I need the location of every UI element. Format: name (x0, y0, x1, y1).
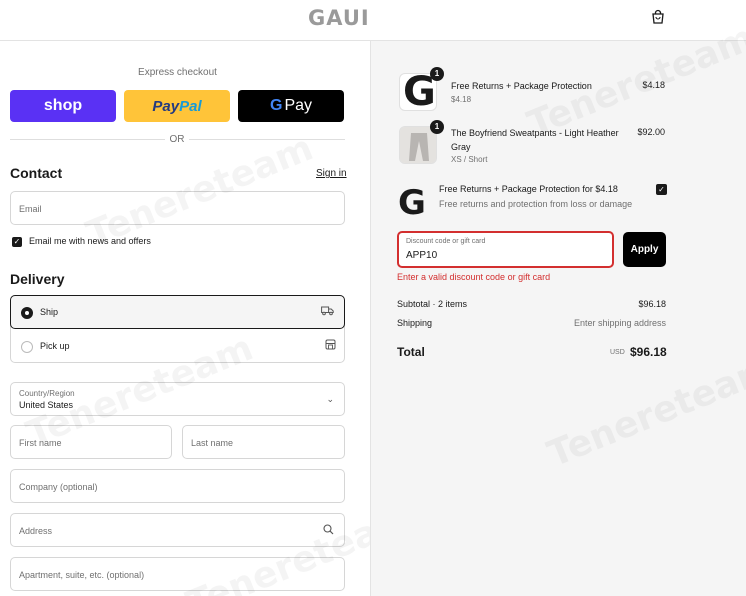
site-header: GAUI (0, 0, 746, 41)
item-subtext: XS / Short (451, 155, 488, 164)
divider-right (189, 139, 345, 140)
checkout-form: Express checkout shop Pay Pal G Pay OR Co… (0, 41, 419, 596)
delivery-option-ship[interactable]: Ship (10, 295, 345, 329)
protection-subtitle: Free returns and protection from loss or… (439, 199, 633, 209)
watermark: Tenereteam (542, 348, 746, 476)
address-field[interactable]: Address (10, 513, 345, 547)
apartment-field[interactable]: Apartment, suite, etc. (optional) (10, 557, 345, 591)
email-placeholder: Email (19, 204, 42, 214)
google-pay-button[interactable]: G Pay (238, 90, 344, 122)
quantity-badge: 1 (430, 120, 444, 134)
delivery-option-pickup[interactable]: Pick up (11, 330, 346, 364)
google-g-icon: G (269, 97, 283, 114)
pickup-radio[interactable] (21, 341, 33, 353)
last-name-field[interactable]: Last name (182, 425, 345, 459)
express-checkout-label: Express checkout (138, 67, 217, 78)
order-summary: G 1 Free Returns + Package Protection $4… (370, 18, 746, 596)
paypal-button[interactable]: Pay Pal (124, 90, 230, 122)
search-icon (323, 524, 334, 535)
paypal-label-part1: Pay (152, 97, 180, 115)
contact-heading: Contact (10, 165, 63, 181)
newsletter-checkbox[interactable]: ✓ (12, 237, 22, 247)
first-name-placeholder: First name (19, 438, 62, 448)
total-value: $96.18 (630, 345, 667, 359)
divider-left (10, 139, 165, 140)
item-name: Free Returns + Package Protection (451, 81, 592, 91)
paypal-label-part2: Pal (179, 97, 202, 115)
apply-label: Apply (630, 244, 659, 255)
country-select[interactable]: Country/Region United States ⌄ (10, 382, 345, 416)
discount-value: APP10 (406, 250, 438, 261)
company-field[interactable]: Company (optional) (10, 469, 345, 503)
last-name-placeholder: Last name (191, 438, 234, 448)
apartment-placeholder: Apartment, suite, etc. (optional) (19, 570, 145, 580)
email-field[interactable]: Email (10, 191, 345, 225)
item-price: $4.18 (642, 80, 665, 90)
discount-label: Discount code or gift card (406, 238, 486, 245)
quantity-badge: 1 (430, 67, 444, 81)
ship-radio[interactable] (21, 307, 33, 319)
item-subtext: $4.18 (451, 95, 472, 104)
shop-pay-label: shop (43, 97, 83, 114)
country-label: Country/Region (19, 389, 75, 398)
truck-icon (321, 305, 334, 319)
delivery-method-group: Ship Pick up (10, 295, 345, 363)
protection-title: Free Returns + Package Protection for $4… (439, 184, 618, 194)
total-label: Total (397, 345, 425, 359)
shop-pay-button[interactable]: shop (10, 90, 116, 122)
pickup-label: Pick up (40, 341, 70, 351)
delivery-heading: Delivery (10, 271, 65, 287)
store-icon (325, 339, 336, 353)
item-name: The Boyfriend Sweatpants - Light Heather… (451, 128, 619, 152)
apply-discount-button[interactable]: Apply (623, 232, 666, 267)
discount-code-field[interactable]: Discount code or gift card APP10 (397, 231, 614, 268)
country-value: United States (19, 400, 74, 410)
or-separator: OR (169, 134, 185, 145)
shipping-value: Enter shipping address (573, 318, 666, 328)
protection-checkbox[interactable]: ✓ (656, 184, 667, 195)
shopping-bag-icon[interactable] (650, 9, 666, 25)
subtotal-value: $96.18 (638, 299, 666, 309)
newsletter-label: Email me with news and offers (29, 236, 151, 246)
company-placeholder: Company (optional) (19, 482, 98, 492)
shipping-label: Shipping (397, 318, 433, 328)
shipping-row: Shipping Enter shipping address (397, 318, 666, 328)
chevron-down-icon: ⌄ (326, 394, 334, 404)
first-name-field[interactable]: First name (10, 425, 172, 459)
address-placeholder: Address (19, 526, 53, 536)
ship-label: Ship (40, 307, 59, 317)
sweatpants-image (400, 127, 436, 163)
sign-in-link[interactable]: Sign in (316, 168, 347, 179)
subtotal-label: Subtotal · 2 items (397, 299, 468, 309)
discount-error-message: Enter a valid discount code or gift card (397, 272, 551, 282)
subtotal-row: Subtotal · 2 items $96.18 (397, 299, 666, 309)
item-price: $92.00 (637, 127, 665, 137)
total-currency: USD (610, 349, 625, 356)
protection-logo: G (398, 183, 426, 223)
store-logo[interactable]: GAUI (308, 6, 370, 30)
google-pay-label: Pay (284, 97, 313, 114)
